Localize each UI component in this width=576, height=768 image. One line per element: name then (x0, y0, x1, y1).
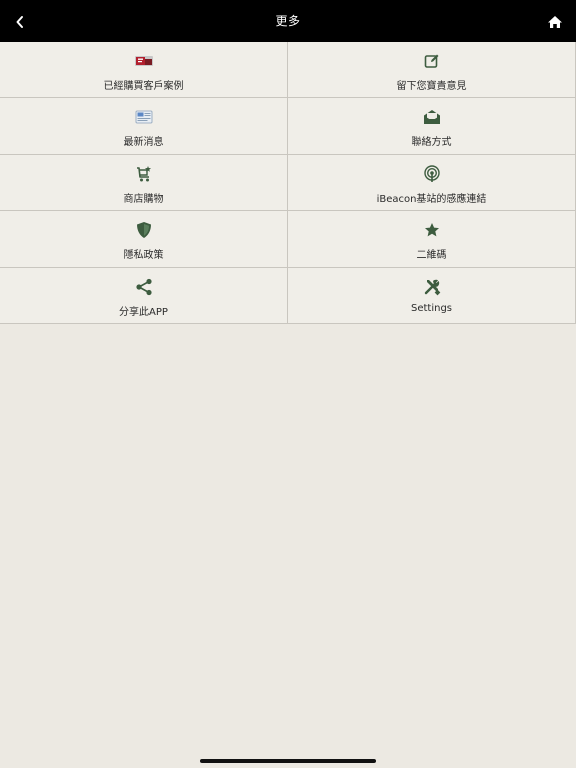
envelope-open-icon (423, 110, 440, 125)
navigation-bar: 更多 (0, 0, 576, 42)
home-icon (548, 16, 562, 28)
home-indicator[interactable] (200, 759, 376, 763)
menu-item-label: 隱私政策 (123, 250, 164, 262)
news-icon (135, 110, 152, 124)
star-icon (424, 223, 439, 237)
home-button[interactable] (544, 11, 566, 33)
menu-item-qrcode[interactable]: 二維碼 (288, 211, 576, 268)
shield-icon (136, 222, 151, 239)
feedback-edit-icon (424, 54, 438, 68)
menu-item-privacy[interactable]: 隱私政策 (0, 211, 288, 268)
menu-item-news[interactable]: 最新消息 (0, 98, 288, 155)
menu-item-label: iBeacon基站的感應連結 (376, 193, 487, 205)
page-title: 更多 (275, 14, 301, 28)
menu-grid: 已經購買客戶案例 留下您寶貴意見 最新消息 聯絡方式 商店購物 iBeacon基… (0, 42, 576, 324)
beacon-icon (423, 165, 440, 182)
customer-cases-icon (134, 56, 153, 66)
menu-item-label: 分享此APP (119, 306, 168, 318)
menu-item-label: 聯絡方式 (411, 137, 452, 149)
menu-item-customer-cases[interactable]: 已經購買客戶案例 (0, 42, 288, 99)
menu-item-settings[interactable]: Settings (288, 267, 576, 324)
menu-item-share-app[interactable]: 分享此APP (0, 267, 288, 324)
tools-icon (424, 279, 440, 295)
shopping-cart-icon (136, 165, 151, 182)
share-icon (135, 278, 152, 295)
menu-item-feedback[interactable]: 留下您寶貴意見 (288, 42, 576, 99)
menu-item-label: 留下您寶貴意見 (396, 81, 467, 92)
menu-item-label: 商店購物 (123, 193, 164, 205)
menu-item-label: 最新消息 (123, 137, 164, 149)
menu-item-contact[interactable]: 聯絡方式 (288, 98, 576, 155)
menu-item-label: 二維碼 (416, 250, 447, 262)
menu-item-ibeacon[interactable]: iBeacon基站的感應連結 (288, 154, 576, 212)
menu-item-label: 已經購買客戶案例 (103, 81, 184, 92)
menu-item-label: Settings (410, 302, 452, 314)
menu-item-shopping[interactable]: 商店購物 (0, 154, 288, 212)
